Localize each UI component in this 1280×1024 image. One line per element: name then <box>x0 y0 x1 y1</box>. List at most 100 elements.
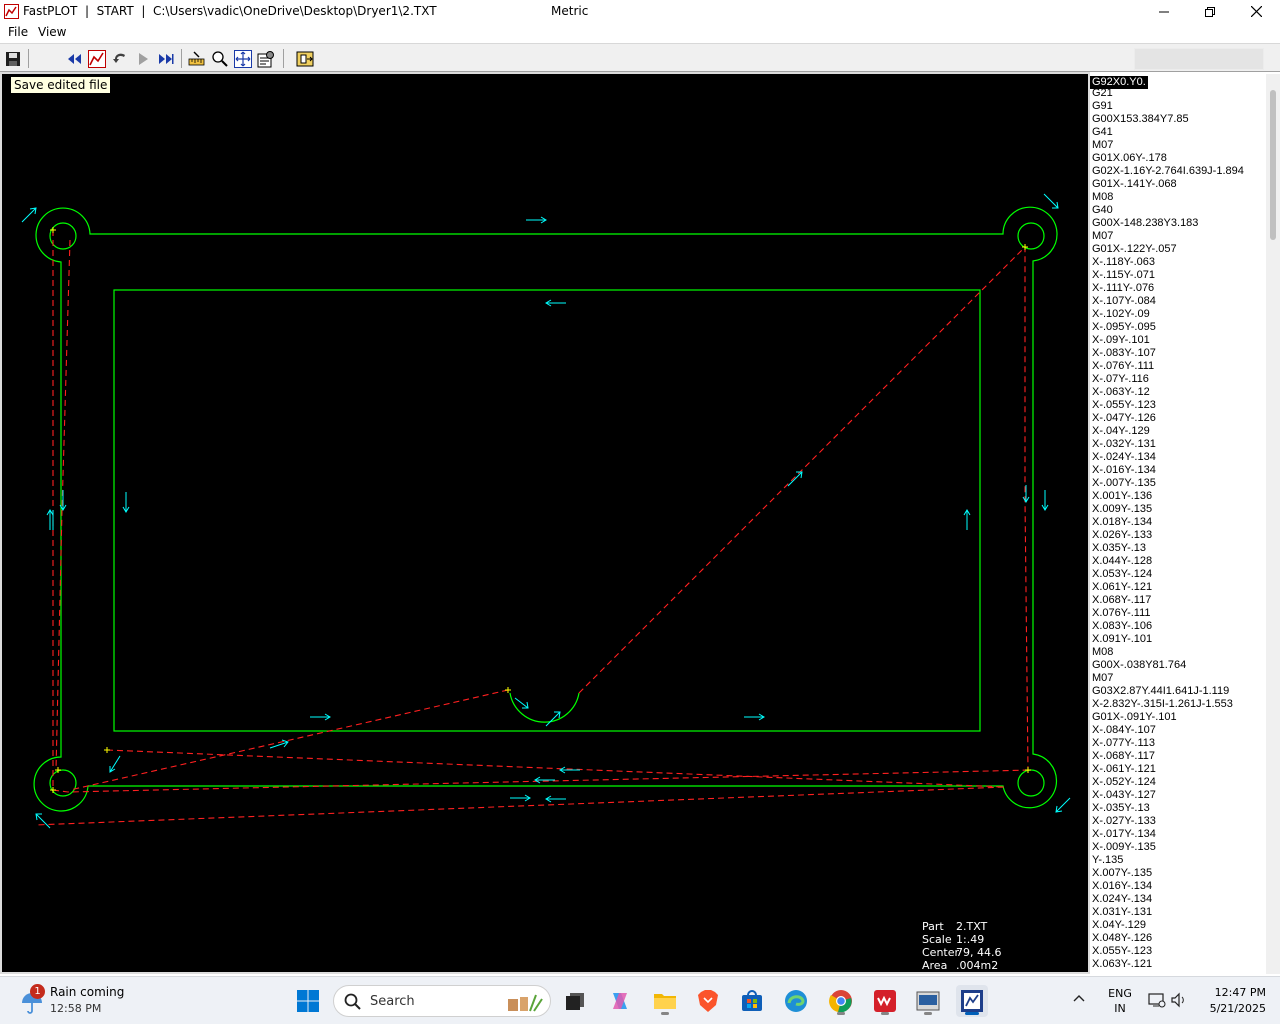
gcode-line[interactable]: X.031Y-.131 <box>1090 906 1265 919</box>
gcode-line[interactable]: X-.102Y-.09 <box>1090 308 1265 321</box>
gcode-line[interactable]: G01X-.091Y-.101 <box>1090 711 1265 724</box>
gcode-line[interactable]: X-.032Y-.131 <box>1090 438 1265 451</box>
measure-button[interactable] <box>186 48 207 69</box>
copilot-button[interactable] <box>604 985 636 1017</box>
gcode-line[interactable]: M07 <box>1090 139 1265 152</box>
exit-button[interactable] <box>294 48 315 69</box>
gcode-line[interactable]: X.035Y-.13 <box>1090 542 1265 555</box>
gcode-line[interactable]: M08 <box>1090 191 1265 204</box>
minimize-button[interactable] <box>1141 0 1187 23</box>
settings-button[interactable] <box>255 48 276 69</box>
menu-file[interactable]: File <box>8 25 28 39</box>
gcode-line[interactable]: X-.027Y-.133 <box>1090 815 1265 828</box>
gcode-line[interactable]: X.053Y-.124 <box>1090 568 1265 581</box>
task-view-button[interactable] <box>559 985 591 1017</box>
gcode-line[interactable]: X.044Y-.128 <box>1090 555 1265 568</box>
gcode-line[interactable]: X.016Y-.134 <box>1090 880 1265 893</box>
gcode-line[interactable]: X-.084Y-.107 <box>1090 724 1265 737</box>
fit-button[interactable] <box>232 48 253 69</box>
gcode-line[interactable]: X.076Y-.111 <box>1090 607 1265 620</box>
fastplot-button[interactable] <box>956 985 988 1017</box>
solidworks-button[interactable] <box>869 985 901 1017</box>
search-box[interactable]: Search <box>333 985 551 1017</box>
toolpath-plot[interactable] <box>2 74 1088 972</box>
gcode-line[interactable]: X.048Y-.126 <box>1090 932 1265 945</box>
gcode-line[interactable]: X-.07Y-.116 <box>1090 373 1265 386</box>
fastcam-button[interactable] <box>912 985 944 1017</box>
gcode-line[interactable]: M07 <box>1090 672 1265 685</box>
play-button[interactable] <box>132 48 153 69</box>
gcode-line[interactable]: X-.083Y-.107 <box>1090 347 1265 360</box>
gcode-line[interactable]: X.061Y-.121 <box>1090 581 1265 594</box>
step-back-button[interactable] <box>109 48 130 69</box>
gcode-line[interactable]: X-.043Y-.127 <box>1090 789 1265 802</box>
gcode-line[interactable]: X-.047Y-.126 <box>1090 412 1265 425</box>
gcode-line[interactable]: M08 <box>1090 646 1265 659</box>
gcode-line[interactable]: X-.068Y-.117 <box>1090 750 1265 763</box>
gcode-line[interactable]: X-.09Y-.101 <box>1090 334 1265 347</box>
gcode-line[interactable]: G40 <box>1090 204 1265 217</box>
chrome-button[interactable] <box>825 985 857 1017</box>
gcode-line[interactable]: X-2.832Y-.315I-1.261J-1.553 <box>1090 698 1265 711</box>
maximize-button[interactable] <box>1187 0 1233 23</box>
gcode-line[interactable]: X-.118Y-.063 <box>1090 256 1265 269</box>
gcode-line[interactable]: X-.076Y-.111 <box>1090 360 1265 373</box>
system-tray[interactable] <box>1148 991 1188 1012</box>
close-button[interactable] <box>1233 0 1279 23</box>
gcode-line[interactable]: G01X-.122Y-.057 <box>1090 243 1265 256</box>
gcode-line[interactable]: G00X153.384Y7.85 <box>1090 113 1265 126</box>
gcode-line[interactable]: X-.016Y-.134 <box>1090 464 1265 477</box>
gcode-line[interactable]: X.083Y-.106 <box>1090 620 1265 633</box>
gcode-line[interactable]: X-.04Y-.129 <box>1090 425 1265 438</box>
gcode-line[interactable]: G01X.06Y-.178 <box>1090 152 1265 165</box>
gcode-line[interactable]: X-.035Y-.13 <box>1090 802 1265 815</box>
gcode-line[interactable]: X-.077Y-.113 <box>1090 737 1265 750</box>
rewind-button[interactable] <box>63 48 84 69</box>
gcode-line[interactable]: X.04Y-.129 <box>1090 919 1265 932</box>
plot-button[interactable] <box>86 48 107 69</box>
gcode-line[interactable]: X-.095Y-.095 <box>1090 321 1265 334</box>
language-indicator[interactable]: ENG IN <box>1108 986 1132 1016</box>
gcode-list[interactable]: G92X0.Y0. G21 G91 G00X153.384Y7.85 G41 M07 G01… <box>1090 74 1265 974</box>
gcode-line[interactable]: M07 <box>1090 230 1265 243</box>
edge-button[interactable] <box>780 985 812 1017</box>
gcode-line[interactable]: X-.017Y-.134 <box>1090 828 1265 841</box>
start-button[interactable] <box>292 985 324 1017</box>
gcode-line[interactable]: G91 <box>1090 100 1265 113</box>
gcode-line[interactable]: X-.009Y-.135 <box>1090 841 1265 854</box>
gcode-line[interactable]: G00X-148.238Y3.183 <box>1090 217 1265 230</box>
gcode-line[interactable]: G02X-1.16Y-2.764I.639J-1.894 <box>1090 165 1265 178</box>
gcode-line[interactable]: X-.107Y-.084 <box>1090 295 1265 308</box>
menu-view[interactable]: View <box>38 25 66 39</box>
gcode-line[interactable]: Y-.135 <box>1090 854 1265 867</box>
gcode-line[interactable]: X-.052Y-.124 <box>1090 776 1265 789</box>
gcode-line[interactable]: G00X-.038Y81.764 <box>1090 659 1265 672</box>
weather-widget[interactable]: 1 Rain coming 12:58 PM <box>16 983 166 1019</box>
plot-canvas[interactable]: Save edited file Part 2.TXT Scale 1:.49 Ce… <box>0 72 1090 974</box>
gcode-line[interactable]: X.018Y-.134 <box>1090 516 1265 529</box>
gcode-line[interactable]: X.063Y-.121 <box>1090 958 1265 971</box>
gcode-line[interactable]: X.009Y-.135 <box>1090 503 1265 516</box>
chevron-up-icon[interactable] <box>1072 993 1086 1003</box>
file-explorer-button[interactable] <box>649 985 681 1017</box>
gcode-line[interactable]: X.026Y-.133 <box>1090 529 1265 542</box>
scrollbar-thumb[interactable] <box>1270 90 1276 240</box>
gcode-line[interactable]: X-.111Y-.076 <box>1090 282 1265 295</box>
gcode-line[interactable]: X.068Y-.117 <box>1090 594 1265 607</box>
gcode-line[interactable]: G41 <box>1090 126 1265 139</box>
gcode-line[interactable]: X.091Y-.101 <box>1090 633 1265 646</box>
gcode-line[interactable]: X.055Y-.123 <box>1090 945 1265 958</box>
gcode-line[interactable]: G03X2.87Y.44I1.641J-1.119 <box>1090 685 1265 698</box>
save-button[interactable] <box>2 48 23 69</box>
gcode-line[interactable]: X.001Y-.136 <box>1090 490 1265 503</box>
brave-button[interactable] <box>692 985 724 1017</box>
gcode-line[interactable]: X-.115Y-.071 <box>1090 269 1265 282</box>
gcode-line[interactable]: X-.024Y-.134 <box>1090 451 1265 464</box>
gcode-line[interactable]: X-.063Y-.12 <box>1090 386 1265 399</box>
fast-forward-button[interactable] <box>155 48 176 69</box>
zoom-button[interactable] <box>209 48 230 69</box>
gcode-line[interactable]: X-.055Y-.123 <box>1090 399 1265 412</box>
gcode-line[interactable]: X.024Y-.134 <box>1090 893 1265 906</box>
gcode-line[interactable]: X-.007Y-.135 <box>1090 477 1265 490</box>
gcode-line[interactable]: G01X-.141Y-.068 <box>1090 178 1265 191</box>
